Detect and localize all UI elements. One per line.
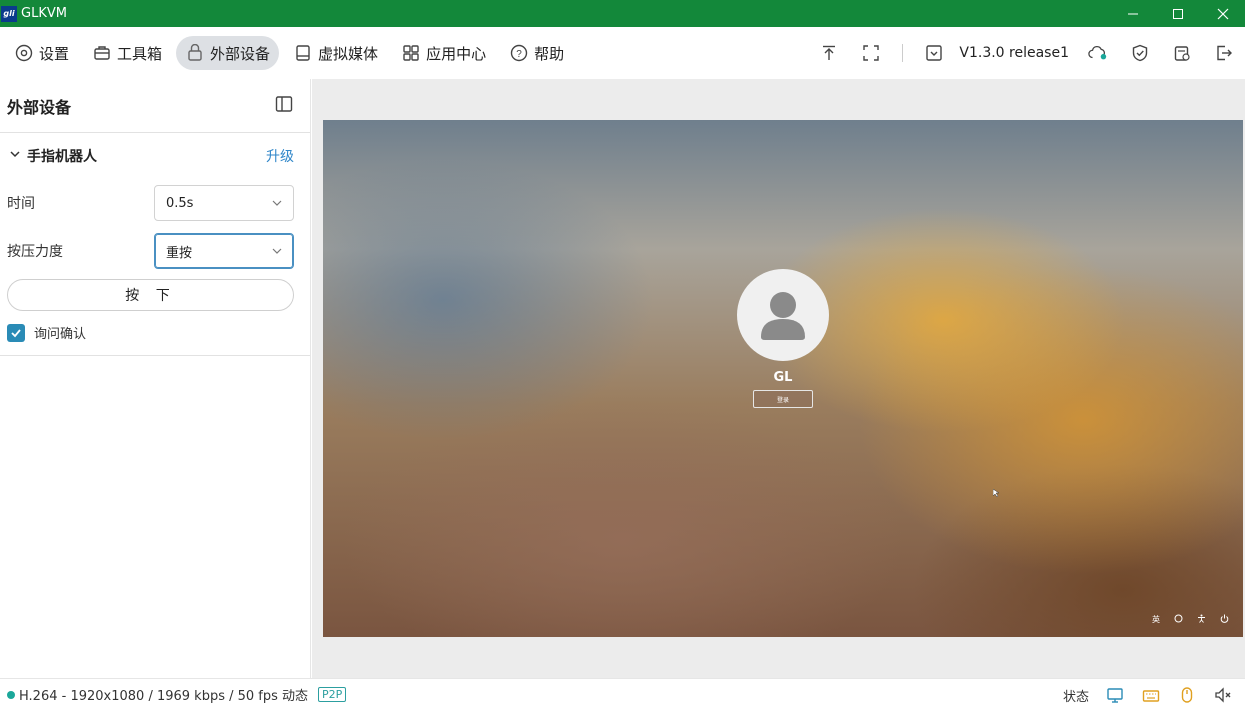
window-controls (1110, 0, 1245, 27)
svg-text:?: ? (516, 49, 522, 60)
accessibility-icon[interactable] (1197, 614, 1206, 625)
fullscreen-icon[interactable] (861, 43, 881, 63)
remote-view-area: GL 登录 英 (312, 79, 1245, 678)
mute-icon[interactable] (1213, 685, 1233, 705)
pressure-row: 按压力度 重按 (0, 227, 310, 275)
minimize-icon (1127, 13, 1138, 14)
cloud-icon[interactable] (1088, 43, 1108, 63)
help-icon: ? (509, 43, 529, 63)
menu-toolbox[interactable]: 工具箱 (83, 36, 171, 70)
menu-virtual-media-label: 虚拟媒体 (318, 44, 379, 63)
user-avatar (737, 269, 829, 361)
check-icon (11, 328, 21, 337)
window-title: GLKVM (21, 6, 67, 21)
time-label: 时间 (7, 196, 35, 212)
finger-robot-section: 手指机器人 升级 时间 0.5s 按压力度 重按 按 下 询问确认 (0, 133, 310, 356)
shield-icon[interactable] (1130, 43, 1150, 63)
menu-toolbox-label: 工具箱 (117, 44, 163, 63)
mouse-icon[interactable] (1177, 685, 1197, 705)
upgrade-link[interactable]: 升级 (266, 146, 294, 166)
menu-settings[interactable]: 设置 (5, 36, 78, 70)
chevron-down-icon (9, 148, 21, 164)
menu-help[interactable]: ? 帮助 (500, 36, 573, 70)
status-label[interactable]: 状态 (1063, 686, 1089, 705)
time-row: 时间 0.5s (0, 179, 310, 227)
notes-icon[interactable] (1172, 43, 1192, 63)
maximize-button[interactable] (1155, 0, 1200, 27)
version-label: V1.3.0 release1 (959, 45, 1069, 61)
close-button[interactable] (1200, 0, 1245, 27)
status-bar: H.264 - 1920x1080 / 1969 kbps / 50 fps 动… (0, 678, 1245, 710)
menu-app-center[interactable]: 应用中心 (392, 36, 495, 70)
upload-icon[interactable] (819, 43, 839, 63)
logout-icon[interactable] (1214, 43, 1234, 63)
remote-user-name: GL (773, 370, 793, 385)
menu-bar: 设置 工具箱 外部设备 虚拟媒体 应用中心 ? 帮助 V1.3.0 releas… (0, 27, 1245, 79)
firmware-icon[interactable] (924, 43, 944, 63)
chevron-down-icon (272, 200, 282, 206)
confirm-checkbox[interactable] (7, 323, 25, 342)
menu-external-devices-label: 外部设备 (210, 44, 271, 63)
apps-icon (401, 43, 421, 63)
finger-robot-title: 手指机器人 (27, 149, 97, 165)
menu-app-center-label: 应用中心 (426, 44, 487, 63)
divider (902, 44, 904, 62)
device-icon (185, 43, 205, 63)
keyboard-icon[interactable] (1141, 685, 1161, 705)
remote-lang-indicator[interactable]: 英 (1152, 614, 1160, 625)
user-icon (761, 292, 805, 340)
stream-info: H.264 - 1920x1080 / 1969 kbps / 50 fps 动… (19, 689, 309, 704)
menu-settings-label: 设置 (39, 44, 70, 63)
remote-tray: 英 (1138, 614, 1229, 625)
chevron-down-icon (272, 248, 282, 254)
settings-icon (14, 43, 34, 63)
time-select-value: 0.5s (166, 195, 194, 211)
menu-right-tools: V1.3.0 release1 (808, 27, 1245, 79)
p2p-badge: P2P (318, 687, 347, 702)
sidebar: 外部设备 手指机器人 升级 时间 0.5s 按压力度 重按 按 下 询问确认 (0, 79, 311, 678)
power-icon[interactable] (1220, 614, 1229, 625)
app-logo: gli (1, 5, 17, 22)
title-bar: gli GLKVM (0, 0, 1245, 27)
connection-status-dot (7, 690, 15, 699)
finger-robot-header[interactable]: 手指机器人 升级 (0, 133, 310, 179)
network-icon[interactable] (1174, 614, 1183, 625)
remote-login-button[interactable]: 登录 (753, 390, 813, 408)
mouse-cursor-icon (993, 489, 999, 497)
press-button[interactable]: 按 下 (7, 279, 294, 311)
confirm-row[interactable]: 询问确认 (0, 311, 310, 342)
toolbox-icon (92, 43, 112, 63)
close-icon (1217, 8, 1228, 19)
pressure-label: 按压力度 (7, 244, 63, 260)
collapse-panel-icon[interactable] (275, 95, 293, 117)
maximize-icon (1172, 8, 1183, 19)
pressure-select[interactable]: 重按 (154, 233, 294, 269)
monitor-icon[interactable] (1105, 685, 1125, 705)
time-select[interactable]: 0.5s (154, 185, 294, 221)
media-icon (293, 43, 313, 63)
menu-virtual-media[interactable]: 虚拟媒体 (284, 36, 387, 70)
sidebar-title: 外部设备 (7, 97, 72, 117)
remote-screen[interactable]: GL 登录 英 (323, 120, 1243, 637)
confirm-label: 询问确认 (34, 327, 87, 342)
sidebar-header: 外部设备 (0, 79, 310, 133)
status-bar-right: 状态 (1063, 679, 1241, 710)
menu-help-label: 帮助 (534, 44, 565, 63)
menu-external-devices[interactable]: 外部设备 (176, 36, 280, 70)
pressure-select-value: 重按 (166, 245, 193, 261)
minimize-button[interactable] (1110, 0, 1155, 27)
